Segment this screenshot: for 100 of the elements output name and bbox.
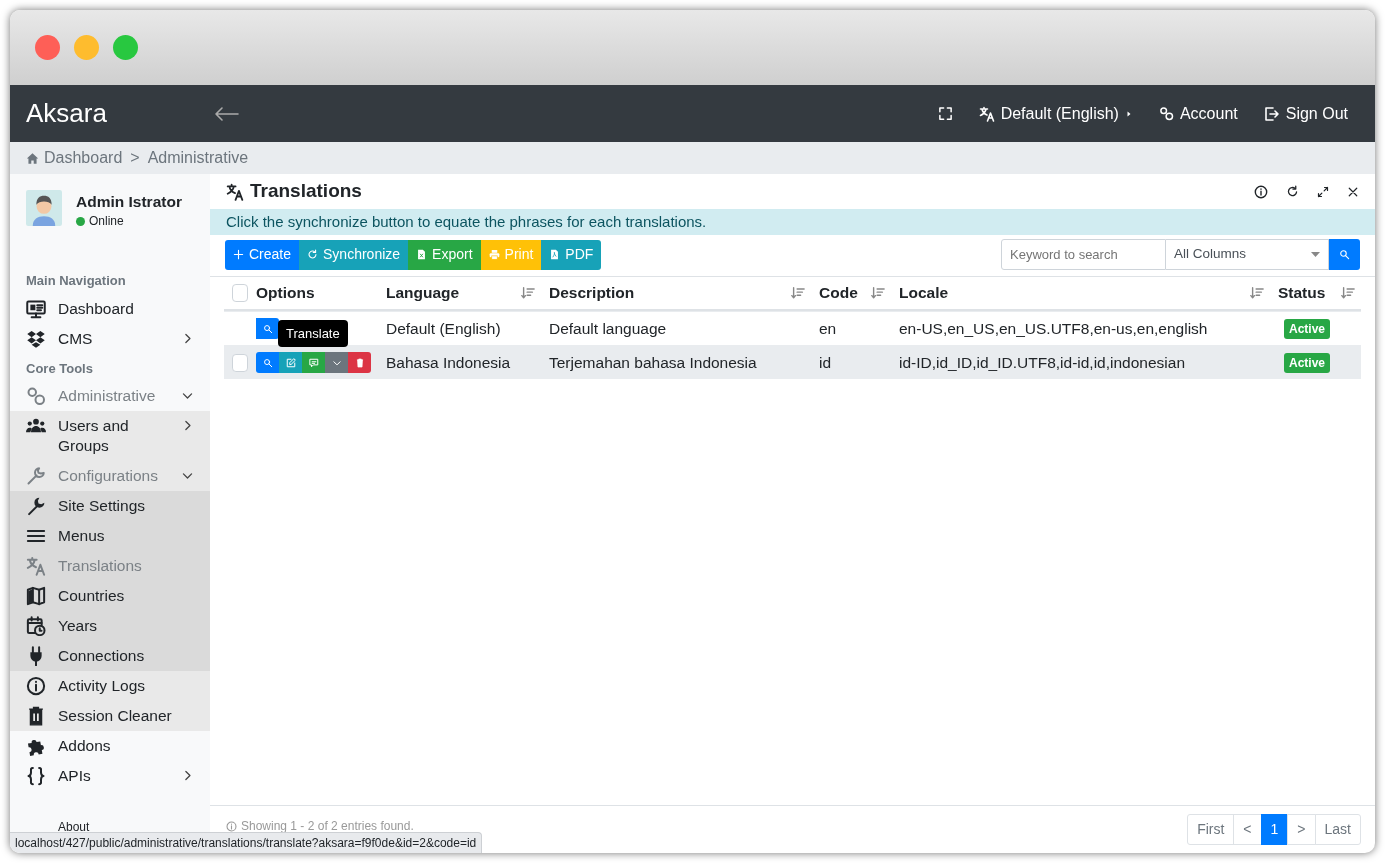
printer-icon [488, 249, 500, 260]
close-icon[interactable] [1347, 185, 1359, 198]
column-header[interactable]: Status [1278, 281, 1326, 305]
sidebar-item[interactable]: Activity Logs [10, 671, 210, 701]
page-link[interactable]: < [1233, 814, 1262, 845]
wrench-icon [26, 496, 46, 516]
sidebar-item[interactable]: Session Cleaner [10, 701, 210, 731]
column-header[interactable]: Options [256, 281, 315, 305]
row-checkbox[interactable] [232, 353, 248, 372]
caret-icon [1311, 251, 1320, 258]
gears-icon [26, 386, 46, 406]
sort-icon [1341, 286, 1355, 300]
sign-out-link[interactable]: Sign Out [1263, 101, 1348, 126]
page-link[interactable]: 1 [1260, 814, 1289, 845]
sidebar-item[interactable]: Dashboard [10, 293, 210, 324]
brand-logo[interactable]: Aksara [26, 94, 216, 133]
home-icon [26, 151, 39, 165]
sort-icon [521, 286, 535, 300]
info-icon [226, 820, 237, 832]
search-icon [1339, 249, 1350, 260]
maximize-window-button[interactable] [113, 35, 138, 60]
braces-icon [26, 766, 46, 786]
table-cell-text: Terjemahan bahasa Indonesia [549, 352, 757, 373]
sort-icon [791, 286, 805, 300]
sidebar-item[interactable]: Countries [10, 581, 210, 611]
select-all-checkbox[interactable] [232, 284, 248, 302]
status-text: Online [89, 213, 124, 230]
nav-section-title: Core Tools [25, 359, 94, 378]
info-icon [26, 676, 46, 696]
column-header[interactable]: Locale [899, 281, 949, 305]
info-icon[interactable] [1254, 184, 1268, 199]
fullscreen-icon[interactable] [937, 106, 953, 121]
sidebar-item[interactable]: Menus [10, 521, 210, 551]
sidebar-item[interactable]: CMS [10, 323, 210, 354]
sidebar-item[interactable]: APIs [10, 761, 210, 791]
status-url: localhost/427/public/administrative/translations/translate?aksara=f9f0de&id=2&code=id [10, 832, 483, 853]
translate-icon [978, 105, 995, 122]
language-menu[interactable]: Default (English) [978, 101, 1133, 126]
sidebar-item[interactable]: Site Settings [10, 491, 210, 521]
search-button[interactable] [1329, 239, 1360, 270]
page-link[interactable]: Last [1314, 814, 1361, 845]
sidebar-item[interactable]: Connections [10, 641, 210, 671]
map-icon [26, 586, 46, 606]
search-field[interactable]: Keyword to search [1001, 239, 1166, 270]
breadcrumb-link[interactable]: Administrative [147, 146, 249, 170]
table-cell-text: en [819, 318, 837, 339]
column-header[interactable]: Description [549, 281, 635, 305]
refresh-icon[interactable] [1286, 185, 1299, 198]
nav-section-title: Main Navigation [25, 272, 127, 290]
table-cell-text: Default (English) [386, 318, 501, 339]
delete-button[interactable] [348, 352, 371, 373]
column-header[interactable]: Language [386, 281, 460, 305]
avatar [26, 190, 62, 226]
back-arrow-icon[interactable] [214, 106, 240, 123]
column-select[interactable]: All Columns [1166, 239, 1329, 270]
sidebar-item[interactable]: Addons [10, 731, 210, 761]
page-title: Translations [250, 179, 362, 204]
status-badge: Active [1284, 352, 1331, 373]
create-button[interactable]: Create [225, 239, 300, 270]
search-icon [262, 357, 273, 368]
table-cell-text: en-US,en_US,en_US.UTF8,en-us,en,english [899, 318, 1208, 339]
gears-icon [1158, 106, 1174, 121]
view-button[interactable] [256, 318, 279, 339]
close-window-button[interactable] [35, 35, 60, 60]
sidebar-item[interactable]: Administrative [10, 381, 210, 411]
table-cell-text: id-ID,id_ID,id_ID.UTF8,id-id,id,indonesian [899, 352, 1186, 373]
column-header[interactable]: Code [819, 281, 858, 305]
sort-icon [1250, 286, 1264, 300]
monitor-icon [26, 298, 46, 319]
edit-button[interactable] [279, 352, 302, 373]
trash-icon [354, 357, 365, 368]
sign-out-icon [1263, 105, 1280, 122]
status-badge: Active [1284, 318, 1331, 339]
breadcrumb-link[interactable]: Dashboard [44, 146, 123, 170]
page-link[interactable]: > [1287, 814, 1316, 845]
translate-icon [26, 556, 46, 576]
translate-icon [226, 182, 244, 201]
info-notice: Click the synchronize button to equate the phrases for each translations. [210, 209, 1375, 235]
about-link[interactable]: About [58, 821, 90, 834]
spreadsheet-icon [416, 249, 428, 260]
boxes-icon [26, 328, 46, 349]
table-cell-text: id [819, 352, 832, 373]
plus-icon [233, 249, 244, 260]
search-icon [262, 323, 273, 334]
page-link[interactable]: First [1187, 814, 1235, 845]
edit-icon [285, 357, 296, 368]
translate-button[interactable] [302, 352, 325, 373]
account-link[interactable]: Account [1158, 101, 1238, 126]
sidebar-item[interactable]: Years [10, 611, 210, 641]
sidebar-item[interactable]: Users and Groups [10, 411, 210, 461]
tooltip: Translate [278, 319, 348, 347]
breadcrumb-separator: > [130, 148, 140, 168]
calendar-icon [26, 616, 46, 636]
entries-summary: Showing 1 - 2 of 2 entries found. [241, 818, 414, 835]
user-name: Admin Istrator [76, 192, 182, 212]
expand-icon[interactable] [1317, 185, 1329, 198]
table-cell-text: Bahasa Indonesia [386, 352, 511, 373]
sync-icon [307, 249, 319, 260]
comment-icon [308, 357, 319, 368]
sort-icon [871, 286, 885, 300]
